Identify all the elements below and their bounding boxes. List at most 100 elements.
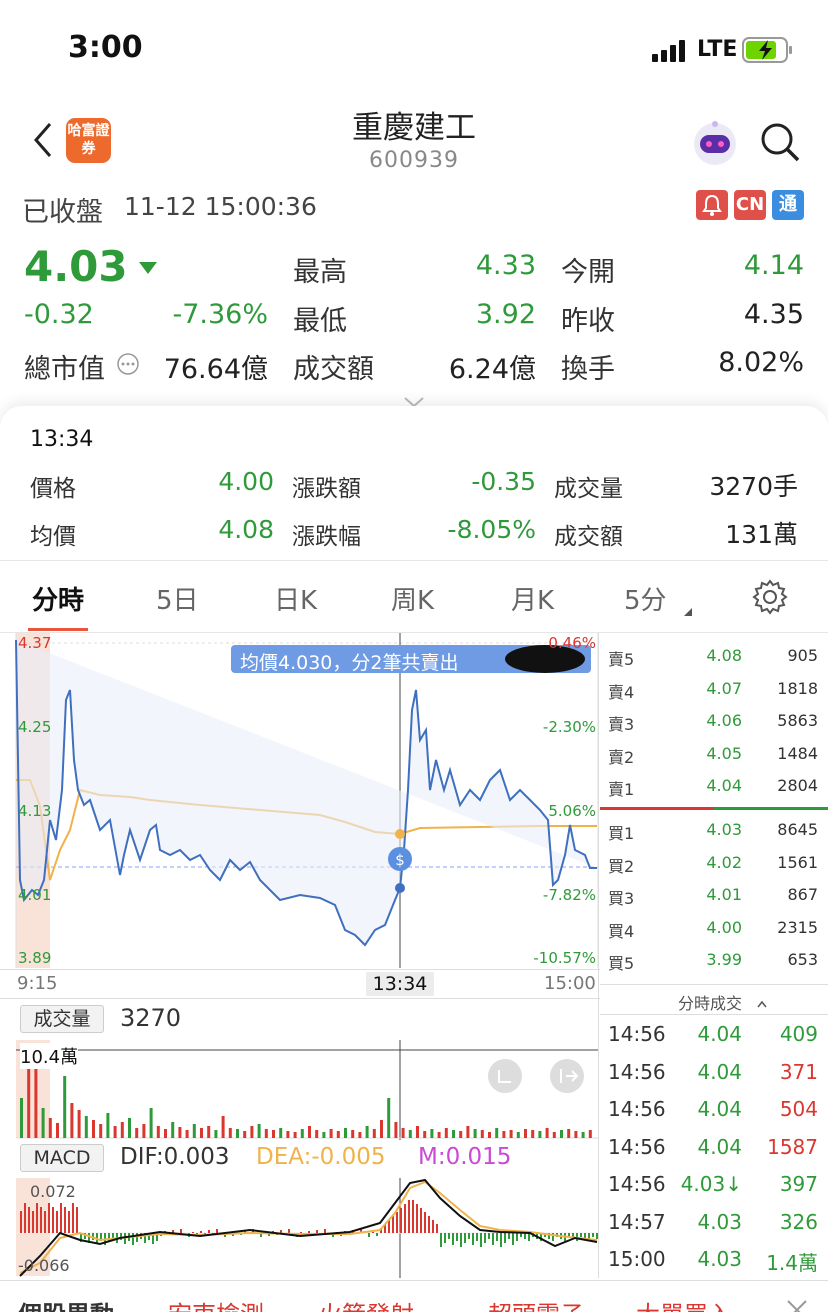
trade-time: 14:56 (608, 1022, 666, 1046)
ask-label: 賣3 (608, 715, 635, 734)
volume-bar (387, 1098, 391, 1138)
divider (598, 633, 599, 1278)
info-icon[interactable] (116, 352, 140, 376)
ask-row[interactable]: 賣1 4.04 2804 (600, 770, 828, 799)
cn-badge[interactable]: CN (734, 190, 766, 220)
ask-row[interactable]: 賣4 4.07 1818 (600, 673, 828, 702)
trade-volume: 397 (779, 1172, 818, 1196)
tab-intraday[interactable]: 分時 (32, 580, 84, 617)
bottom-tab-2[interactable]: 火箭發射 (318, 1295, 414, 1312)
ask-volume: 905 (787, 646, 818, 665)
trade-row: 14:56 4.04 371 (600, 1056, 828, 1088)
volume-bar (552, 1132, 556, 1138)
volume-label[interactable]: 成交量 (20, 1005, 104, 1033)
low-label: 最低 (293, 306, 347, 337)
settings-gear-icon[interactable] (751, 578, 789, 616)
volume-bar (106, 1113, 110, 1138)
tab-5day[interactable]: 5日 (156, 580, 199, 617)
trade-row: 15:00 4.03 1.4萬 (600, 1243, 828, 1275)
detail-avg-label: 均價 (30, 524, 76, 550)
macd-bar (496, 1233, 498, 1241)
macd-label[interactable]: MACD (20, 1144, 104, 1172)
macd-bar (460, 1233, 462, 1247)
volume-bar (531, 1130, 535, 1138)
ask-row[interactable]: 賣2 4.05 1484 (600, 738, 828, 767)
detail-amt: 131萬 (725, 520, 798, 549)
volume-bar (300, 1129, 304, 1138)
trade-row: 14:56 4.04 409 (600, 1018, 828, 1050)
macd-bar (452, 1233, 454, 1245)
volume-bar (322, 1132, 326, 1138)
macd-bar (400, 1208, 402, 1233)
ask-volume: 1484 (777, 743, 818, 763)
macd-bar (396, 1212, 398, 1233)
robot-assistant-icon[interactable] (690, 118, 740, 168)
tab-daily-k[interactable]: 日K (274, 580, 317, 617)
volume-bar (365, 1126, 369, 1138)
trade-volume: 326 (779, 1209, 818, 1234)
battery-icon (742, 37, 794, 63)
market-cap: 76.64億 (163, 354, 268, 385)
macd-bar (60, 1203, 62, 1233)
bid-volume: 8645 (777, 820, 818, 839)
turnover-label: 成交額 (293, 354, 374, 385)
bid-row[interactable]: 買3 4.01 867 (600, 879, 828, 908)
trade-volume: 1.4萬 (766, 1251, 818, 1275)
macd-bar (424, 1212, 426, 1233)
bid-row[interactable]: 買4 4.00 2315 (600, 912, 828, 941)
volume-bar (358, 1132, 362, 1138)
volume-chart[interactable] (0, 1040, 600, 1140)
volume-bar (574, 1131, 578, 1138)
tong-badge[interactable]: 通 (772, 190, 804, 220)
macd-bar (68, 1211, 70, 1233)
macd-bar (504, 1233, 506, 1243)
macd-bar (508, 1233, 510, 1239)
alert-bell-icon[interactable] (696, 190, 728, 220)
network-label: LTE (697, 37, 738, 62)
macd-chart[interactable] (0, 1178, 600, 1278)
detail-vol: 3270手 (709, 472, 798, 501)
bottom-tab-3[interactable]: 超頭電子 (488, 1295, 584, 1312)
detail-chg-pct: -8.05% (447, 515, 536, 544)
bid-row[interactable]: 買2 4.02 1561 (600, 847, 828, 876)
volume-bar (502, 1131, 506, 1138)
macd-bar (48, 1203, 50, 1233)
signal-icon (652, 40, 690, 62)
trade-time: 15:00 (608, 1247, 666, 1271)
tab-monthly-k[interactable]: 月K (511, 580, 554, 617)
search-icon[interactable] (758, 120, 802, 164)
trade-row: 14:56 4.04 504 (600, 1093, 828, 1125)
ask-row[interactable]: 賣5 4.08 905 (600, 640, 828, 669)
close-icon[interactable] (786, 1298, 808, 1312)
y-right-4: -10.57% (533, 949, 596, 967)
volume-bar (459, 1131, 463, 1138)
volume-bar (430, 1129, 434, 1138)
bottom-tab-1[interactable]: 宏東檢測 (168, 1295, 264, 1312)
bid-label: 買2 (608, 856, 635, 876)
bottom-tab-4[interactable]: 大單買入 (636, 1295, 732, 1312)
ask-row[interactable]: 賣3 4.06 5863 (600, 705, 828, 734)
macd-bar (280, 1230, 282, 1233)
bottom-tab-0[interactable]: 個股異動 (18, 1295, 114, 1312)
current-price: 4.03 (24, 242, 128, 291)
divider (0, 969, 600, 970)
bid-row[interactable]: 買1 4.03 8645 (600, 814, 828, 843)
volume-bar (408, 1130, 412, 1138)
chevron-up-icon[interactable] (756, 994, 768, 1008)
volume-bar (437, 1132, 441, 1138)
trades-header[interactable]: 分時成交 (678, 990, 742, 1014)
y-right-2: 5.06% (548, 802, 596, 820)
volume-bar (214, 1130, 218, 1138)
trade-time: 14:56 (608, 1059, 666, 1084)
ask-label: 賣5 (608, 650, 635, 669)
tab-5min[interactable]: 5分 (624, 580, 667, 617)
bid-row[interactable]: 買5 3.99 653 (600, 944, 828, 973)
trade-time: 14:56 (608, 1134, 666, 1159)
volume-bar (336, 1131, 340, 1138)
macd-bar (404, 1204, 406, 1233)
macd-bar (132, 1233, 134, 1245)
low-value: 3.92 (475, 299, 536, 330)
trade-time: 14:56 (608, 1172, 666, 1196)
tab-weekly-k[interactable]: 周K (391, 580, 434, 617)
bid-volume: 1561 (777, 852, 818, 872)
